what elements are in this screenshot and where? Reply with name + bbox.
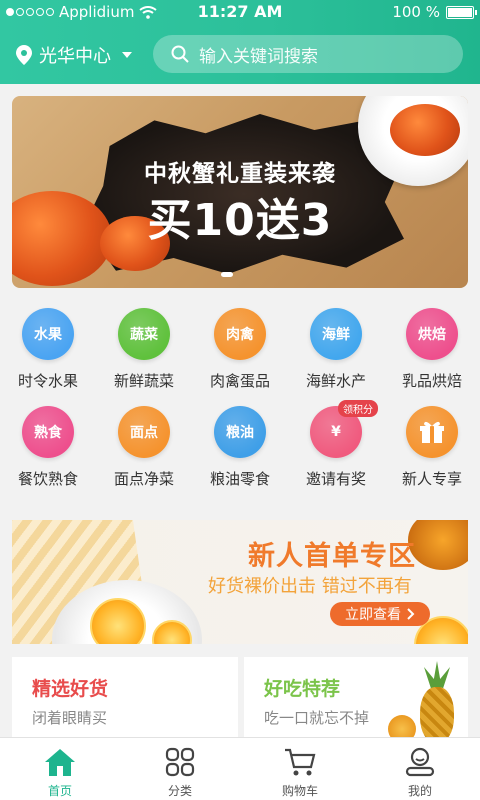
card-title: 精选好货: [32, 678, 109, 700]
cake-icon: 烘焙: [406, 308, 458, 360]
category-label: 餐饮熟食: [17, 470, 78, 488]
category-item[interactable]: 海鲜 海鲜水产: [288, 308, 384, 391]
gift-icon: [406, 406, 458, 458]
category-label: 邀请有奖: [305, 470, 366, 488]
page: Applidium 11:27 AM 100 % 光华中心 输入关键词搜索 中秋…: [0, 0, 480, 800]
tab-category[interactable]: 分类: [120, 746, 240, 799]
card-title: 好吃特荐: [264, 678, 341, 700]
battery-percent: 100 %: [392, 3, 440, 21]
category-item[interactable]: 面点 面点净菜: [96, 406, 192, 489]
category-icon-text: 粮油: [226, 425, 254, 441]
category-icon-text: 蔬菜: [130, 327, 158, 343]
category-label: 粮油零食: [209, 470, 270, 488]
category-icon-text: 熟食: [34, 425, 62, 441]
search-input[interactable]: 输入关键词搜索: [153, 35, 463, 73]
category-item[interactable]: 蔬菜 新鲜蔬菜: [96, 308, 192, 391]
chevron-right-icon: [407, 608, 415, 620]
points-badge: 领积分: [338, 400, 378, 417]
category-label: 肉禽蛋品: [209, 372, 270, 390]
category-item[interactable]: 粮油 粮油零食: [192, 406, 288, 489]
category-icon-text: 水果: [34, 327, 62, 343]
tab-home-label: 首页: [47, 784, 72, 798]
user-icon: [404, 746, 436, 778]
crab-image: [390, 104, 460, 156]
promo-button-label: 立即查看: [345, 607, 401, 623]
bottom-tab-bar: 首页 分类 购物车 我的: [0, 737, 480, 800]
pineapple-image: [420, 687, 454, 737]
top-header: Applidium 11:27 AM 100 % 光华中心 输入关键词搜索: [0, 0, 480, 84]
promo-banner[interactable]: 中秋蟹礼重装来袭 买10送3: [12, 96, 468, 288]
promo-view-button[interactable]: 立即查看: [330, 602, 430, 626]
tab-cart[interactable]: 购物车: [240, 746, 360, 799]
category-item[interactable]: 烘焙 乳品烘焙: [384, 308, 480, 391]
shrimp-icon: 海鲜: [310, 308, 362, 360]
meat-icon: 肉禽: [214, 308, 266, 360]
location-selector[interactable]: 光华中心: [16, 42, 132, 68]
tab-profile-label: 我的: [407, 784, 432, 798]
bowl-icon: 面点: [118, 406, 170, 458]
status-bar: Applidium 11:27 AM 100 %: [0, 0, 480, 24]
search-placeholder: 输入关键词搜索: [199, 46, 318, 67]
category-label: 面点净菜: [113, 470, 174, 488]
category-label: 乳品烘焙: [401, 372, 462, 390]
tab-profile[interactable]: 我的: [360, 746, 480, 799]
oil-icon: 粮油: [214, 406, 266, 458]
category-label: 新人专享: [401, 470, 462, 488]
juice-glass-image: [408, 520, 468, 570]
category-item[interactable]: 水果 时令水果: [0, 308, 96, 391]
card-subtitle: 闭着眼睛买: [32, 709, 108, 727]
category-item[interactable]: 新人专享: [384, 406, 480, 489]
new-user-promo[interactable]: 新人首单专区 好货裸价出击 错过不再有 立即查看: [12, 520, 468, 644]
promo-subtitle: 好货裸价出击 错过不再有: [208, 576, 412, 597]
banner-headline: 买10送3: [147, 195, 333, 246]
category-label: 新鲜蔬菜: [113, 372, 174, 390]
featured-goods-card[interactable]: 精选好货 闭着眼睛买: [12, 657, 238, 737]
home-icon: [44, 746, 76, 778]
tab-cart-label: 购物车: [281, 784, 318, 798]
category-icon-text: 面点: [130, 425, 158, 441]
category-icon-text: ¥: [331, 424, 341, 440]
category-icon-text: 烘焙: [418, 327, 446, 343]
category-icon-text: 肉禽: [226, 327, 254, 343]
category-item[interactable]: ¥ 领积分邀请有奖: [288, 400, 384, 489]
battery-icon: [446, 5, 477, 19]
apple-icon: 水果: [22, 308, 74, 360]
chicken-icon: 熟食: [22, 406, 74, 458]
search-icon: [171, 45, 189, 63]
battery-info: 100 %: [392, 3, 477, 21]
card-subtitle: 吃一口就忘不掉: [264, 709, 370, 727]
tasty-picks-card[interactable]: 好吃特荐 吃一口就忘不掉: [244, 657, 468, 737]
chevron-down-icon: [122, 52, 132, 58]
fruit-image: [388, 715, 416, 737]
location-name: 光华中心: [39, 46, 111, 67]
grid-icon: [164, 746, 196, 778]
vegetable-icon: 蔬菜: [118, 308, 170, 360]
location-pin-icon: [16, 45, 32, 65]
banner-title: 中秋蟹礼重装来袭: [144, 161, 336, 187]
category-label: 时令水果: [17, 372, 78, 390]
cart-icon: [284, 746, 316, 778]
banner-pager-dot[interactable]: [221, 272, 233, 277]
category-item[interactable]: 熟食 餐饮熟食: [0, 406, 96, 489]
category-item[interactable]: 肉禽 肉禽蛋品: [192, 308, 288, 391]
category-icon-text: 海鲜: [322, 327, 350, 343]
tab-category-label: 分类: [167, 784, 192, 798]
category-label: 海鲜水产: [305, 372, 366, 390]
tab-home[interactable]: 首页: [0, 746, 120, 799]
red-envelope-icon: ¥ 领积分: [310, 400, 378, 458]
promo-title: 新人首单专区: [248, 541, 416, 572]
